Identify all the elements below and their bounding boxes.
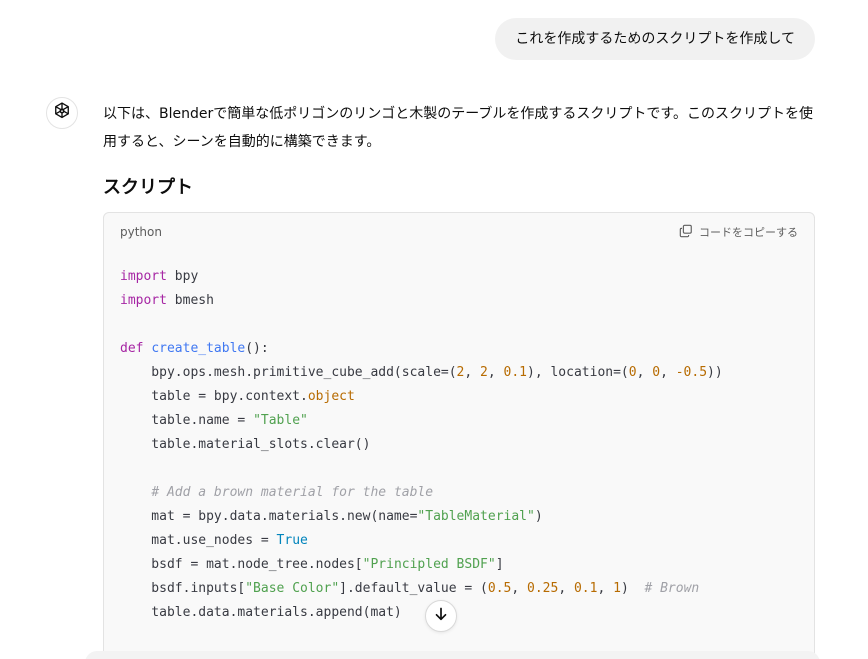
code-line: # Add a brown material for the table [151, 485, 434, 500]
user-message-bubble: これを作成するためのスクリプトを作成して [495, 18, 815, 60]
copy-code-label: コードをコピーする [699, 226, 798, 239]
assistant-avatar [46, 97, 78, 129]
code-line: mat = bpy.data.materials.new(name="Table… [120, 509, 543, 524]
code-line: mat.use_nodes = True [120, 533, 308, 548]
code-line: ​ [120, 313, 798, 337]
copy-icon [679, 224, 693, 241]
scroll-to-bottom-button[interactable] [425, 600, 457, 632]
arrow-down-icon [433, 606, 449, 626]
assistant-message: 以下は、Blenderで簡単な低ポリゴンのリンゴと木製のテーブルを作成するスクリ… [103, 100, 815, 200]
openai-logo-icon [52, 101, 72, 125]
code-block: python コードをコピーする import bpy import bmesh ​… [103, 212, 815, 659]
chat-page: これを作成するためのスクリプトを作成して 以下は、Blenderで簡単な低ポリゴ… [0, 0, 868, 659]
code-line: import bpy [120, 269, 199, 284]
code-line: import bmesh [120, 293, 214, 308]
code-line: bpy.ops.mesh.primitive_cube_add(scale=(2… [120, 365, 723, 380]
code-line: table.data.materials.append(mat) [120, 605, 402, 620]
user-message-text: これを作成するためのスクリプトを作成して [515, 31, 795, 47]
code-line: table = bpy.context.object [120, 389, 355, 404]
code-line: ​ [120, 457, 798, 481]
code-line: def create_table(): [120, 341, 269, 356]
code-line: bsdf = mat.node_tree.nodes["Principled B… [120, 557, 504, 572]
assistant-intro-text: 以下は、Blenderで簡単な低ポリゴンのリンゴと木製のテーブルを作成するスクリ… [103, 106, 813, 150]
copy-code-button[interactable]: コードをコピーする [679, 224, 798, 241]
code-header: python コードをコピーする [104, 213, 814, 251]
code-line: table.name = "Table" [120, 413, 308, 428]
code-line: table.material_slots.clear() [120, 437, 371, 452]
composer-edge [85, 651, 820, 659]
code-language-label: python [120, 225, 162, 239]
code-body: import bpy import bmesh ​ def create_table(… [104, 251, 814, 625]
section-heading: スクリプト [103, 177, 193, 198]
code-line: bsdf.inputs["Base Color"].default_value … [120, 581, 700, 596]
